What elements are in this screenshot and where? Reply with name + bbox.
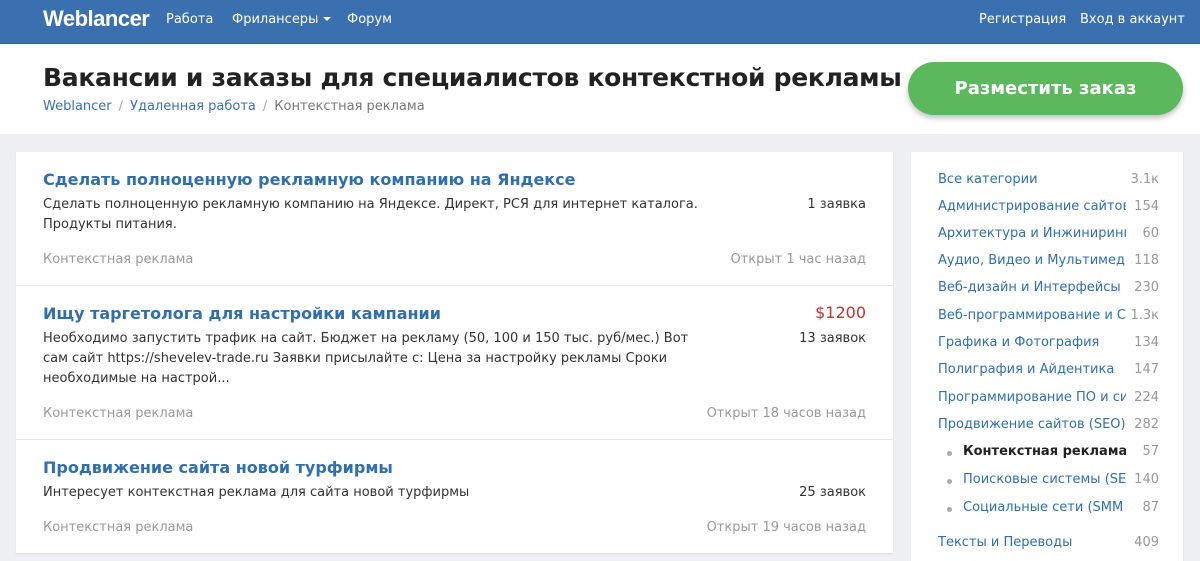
- job-card: Сделать полноценную рекламную компанию н…: [16, 152, 893, 286]
- job-time: Открыт 19 часов назад: [706, 520, 866, 535]
- chevron-down-icon: [323, 17, 332, 21]
- job-description: Интересует контекстная реклама для сайта…: [43, 485, 470, 500]
- job-description: Сделать полноценную рекламную компанию н…: [43, 197, 698, 232]
- nav-link-freelancers[interactable]: Фрилансеры: [232, 12, 332, 27]
- site-logo[interactable]: Weblancer: [43, 6, 150, 32]
- subcategory-item[interactable]: Поисковые системы (SEO) 140: [938, 472, 1159, 492]
- login-link[interactable]: Вход в аккаунт: [1080, 12, 1185, 27]
- job-bids-count: 13 заявок: [799, 331, 866, 346]
- breadcrumb-home[interactable]: Weblancer: [43, 99, 112, 114]
- post-order-button[interactable]: Разместить заказ: [908, 62, 1183, 115]
- category-item[interactable]: Администрирование сайтов 154: [938, 199, 1159, 219]
- page-title: Вакансии и заказы для специалистов конте…: [43, 63, 902, 92]
- category-item[interactable]: Все категории 3.1к: [938, 172, 1159, 192]
- top-navbar: Weblancer Работа Фрилансеры Форум Регист…: [0, 0, 1200, 44]
- job-category[interactable]: Контекстная реклама: [43, 520, 193, 535]
- category-sidebar: Все категории 3.1к Администрирование сайт…: [911, 152, 1183, 561]
- breadcrumb-remote-work[interactable]: Удаленная работа: [130, 99, 256, 114]
- nav-link-forum[interactable]: Форум: [347, 12, 392, 27]
- category-item[interactable]: Графика и Фотография 134: [938, 335, 1159, 355]
- category-item[interactable]: Веб-программирование и Сайты1.3к: [938, 308, 1159, 328]
- register-link[interactable]: Регистрация: [979, 12, 1066, 27]
- job-bids-count: 25 заявок: [799, 485, 866, 500]
- job-bids-count: 1 заявка: [807, 197, 866, 212]
- bullet-icon: [947, 507, 952, 512]
- job-time: Открыт 1 час назад: [730, 252, 866, 267]
- category-item[interactable]: Полиграфия и Айдентика 147: [938, 362, 1159, 382]
- job-category[interactable]: Контекстная реклама: [43, 252, 193, 267]
- job-list: Сделать полноценную рекламную компанию н…: [16, 152, 893, 553]
- subcategory-item-active[interactable]: Контекстная реклама 57: [938, 444, 1159, 464]
- bullet-icon: [947, 479, 952, 484]
- category-item[interactable]: Тексты и Переводы 409: [938, 535, 1159, 555]
- nav-link-work[interactable]: Работа: [166, 12, 213, 27]
- category-item[interactable]: Веб-дизайн и Интерфейсы 230: [938, 280, 1159, 300]
- job-price: $1200: [815, 303, 866, 322]
- page-header: Вакансии и заказы для специалистов конте…: [0, 44, 1200, 134]
- job-time: Открыт 18 часов назад: [706, 406, 866, 421]
- bullet-icon: [947, 451, 952, 456]
- job-title[interactable]: Продвижение сайта новой турфирмы: [43, 458, 393, 477]
- job-card: Продвижение сайта новой турфирмы Интерес…: [16, 440, 893, 553]
- category-item[interactable]: Программирование ПО и систем224: [938, 390, 1159, 410]
- category-item[interactable]: Архитектура и Инжиниринг 60: [938, 226, 1159, 246]
- category-item[interactable]: Продвижение сайтов (SEO) 282: [938, 417, 1159, 437]
- category-item[interactable]: Аудио, Видео и Мультимедиа 118: [938, 253, 1159, 273]
- job-card: Ищу таргетолога для настройки кампании $…: [16, 286, 893, 440]
- breadcrumb-current: Контекстная реклама: [274, 99, 425, 114]
- subcategory-item[interactable]: Социальные сети (SMM и SMO)87: [938, 500, 1159, 520]
- job-title[interactable]: Сделать полноценную рекламную компанию н…: [43, 170, 575, 189]
- job-title[interactable]: Ищу таргетолога для настройки кампании: [43, 304, 441, 323]
- breadcrumb: Weblancer / Удаленная работа / Контекстная р…: [43, 99, 425, 114]
- job-category[interactable]: Контекстная реклама: [43, 406, 193, 421]
- job-description: Необходимо запустить трафик на сайт. Бюд…: [43, 331, 689, 386]
- nav-link-freelancers-label: Фрилансеры: [232, 12, 319, 27]
